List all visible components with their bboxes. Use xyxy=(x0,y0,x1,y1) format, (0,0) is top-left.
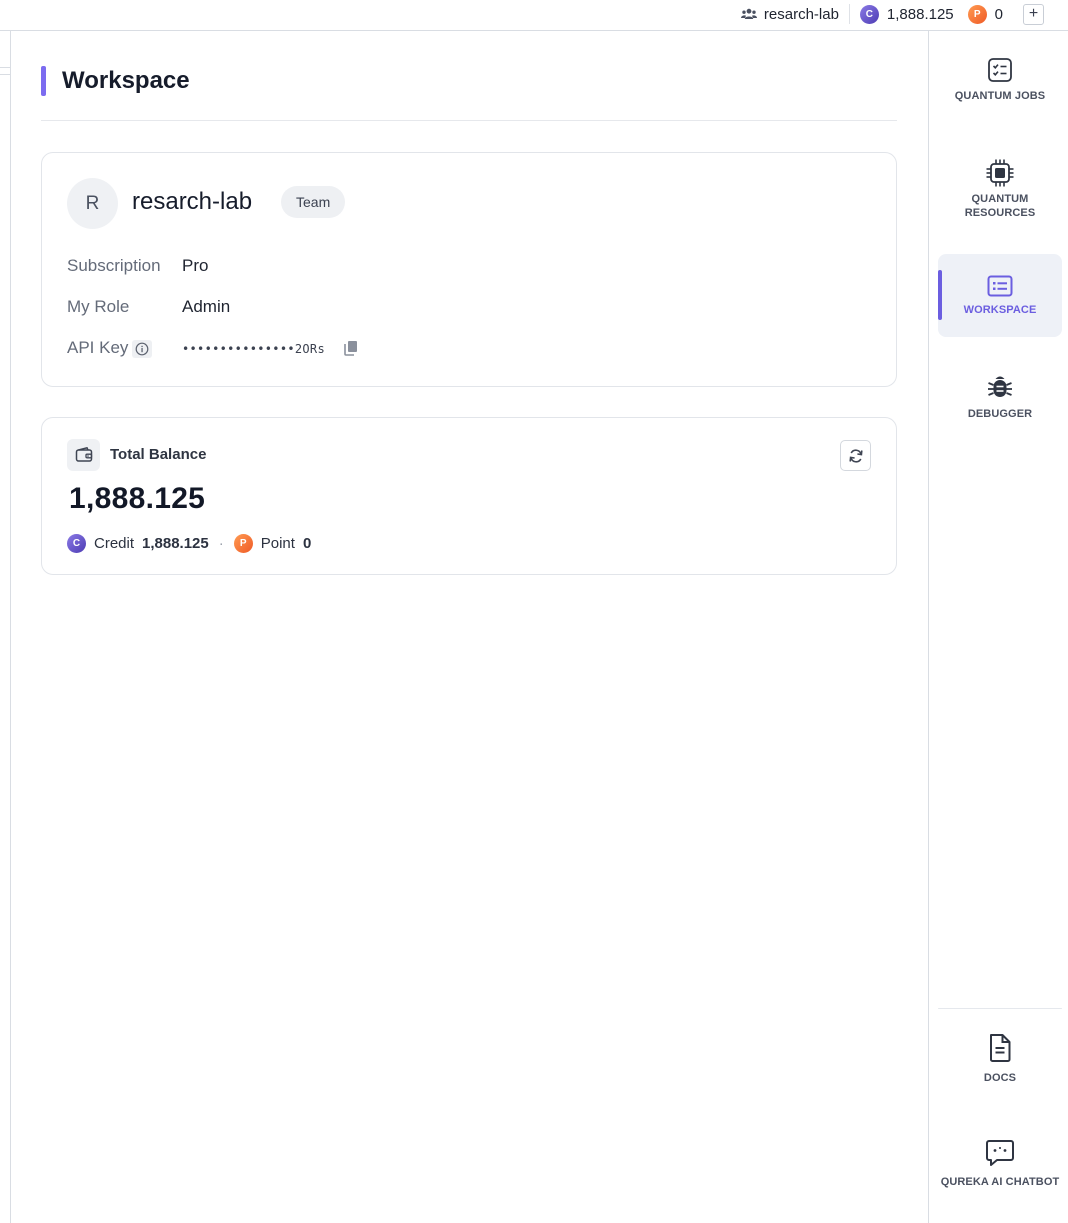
sidebar-item-debugger[interactable]: DEBUGGER xyxy=(938,373,1062,421)
point-amount: 0 xyxy=(994,5,1003,23)
account-summary: resarch-lab C 1,888.125 P 0 + xyxy=(740,3,1044,25)
balance-summary: C 1,888.125 P 0 + xyxy=(850,3,1044,25)
sidebar-divider xyxy=(938,1008,1062,1009)
workspace-info-card: R resarch-lab Team Subscription Pro My R… xyxy=(41,152,897,387)
workspace-icon xyxy=(987,275,1013,297)
total-balance-value: 1,888.125 xyxy=(69,482,206,515)
checklist-icon xyxy=(988,58,1012,82)
workspace-type-badge: Team xyxy=(281,186,346,218)
balance-breakdown: C Credit 1,888.125 · P Point 0 xyxy=(67,533,311,553)
workspace-name: resarch-lab xyxy=(132,188,253,215)
title-accent-bar xyxy=(41,66,46,96)
title-divider xyxy=(41,120,897,121)
balance-card: Total Balance 1,888.125 C Credit 1,888.1… xyxy=(41,417,897,575)
point-label: Point xyxy=(260,534,295,552)
left-panel-handle[interactable] xyxy=(0,67,10,75)
sidebar-item-qureka-ai-chatbot[interactable]: QUREKA AI CHATBOT xyxy=(938,1138,1062,1189)
chat-icon xyxy=(986,1140,1014,1166)
point-value: 0 xyxy=(302,534,312,552)
team-icon xyxy=(740,8,757,19)
sidebar-item-docs[interactable]: DOCS xyxy=(938,1033,1062,1085)
wallet-icon xyxy=(67,439,100,471)
sidebar-item-label: QUREKA AI CHATBOT xyxy=(940,1176,1060,1188)
copy-icon[interactable] xyxy=(344,340,360,358)
api-key-value: •••••••••••••••2ORs xyxy=(182,342,325,356)
bug-icon xyxy=(988,376,1012,397)
sidebar-item-label: DEBUGGER xyxy=(967,408,1033,420)
page-title-text: Workspace xyxy=(62,67,190,94)
refresh-button[interactable] xyxy=(840,440,871,471)
credit-label: Credit xyxy=(94,534,135,552)
sidebar-item-label: QUANTUM RESOURCES xyxy=(964,193,1036,219)
sidebar-item-quantum-jobs[interactable]: QUANTUM JOBS xyxy=(938,57,1062,103)
document-icon xyxy=(990,1034,1011,1062)
api-key-label: API Key xyxy=(67,338,129,357)
page-title: Workspace xyxy=(41,66,190,96)
credit-value: 1,888.125 xyxy=(142,534,209,552)
avatar: R xyxy=(67,178,118,229)
add-balance-button[interactable]: + xyxy=(1023,3,1044,25)
credit-coin-icon: C xyxy=(67,533,86,553)
active-indicator xyxy=(938,270,942,320)
team-name: resarch-lab xyxy=(763,5,839,23)
refresh-icon xyxy=(848,448,863,463)
point-coin-icon: P xyxy=(967,4,987,24)
point-coin-icon: P xyxy=(233,533,253,553)
total-balance-label: Total Balance xyxy=(110,446,207,463)
sidebar-item-label: QUANTUM JOBS xyxy=(954,90,1046,102)
role-value: Admin xyxy=(182,297,231,316)
info-icon[interactable] xyxy=(132,340,152,358)
sidebar-item-label: DOCS xyxy=(983,1072,1017,1084)
chip-icon xyxy=(986,159,1014,187)
top-bar: resarch-lab C 1,888.125 P 0 + xyxy=(0,0,1068,31)
team-selector[interactable]: resarch-lab xyxy=(740,4,850,24)
right-sidebar: QUANTUM JOBS QUANTUM RESOURCES WORKSPACE xyxy=(928,31,1068,1223)
sidebar-item-label: WORKSPACE xyxy=(963,304,1037,316)
separator: · xyxy=(218,534,224,552)
sidebar-item-workspace[interactable]: WORKSPACE xyxy=(938,254,1062,337)
left-panel-edge xyxy=(0,31,11,1223)
credit-amount: 1,888.125 xyxy=(886,5,954,23)
sidebar-item-quantum-resources[interactable]: QUANTUM RESOURCES xyxy=(938,157,1062,220)
credit-coin-icon: C xyxy=(859,4,879,24)
subscription-label: Subscription xyxy=(67,256,161,275)
role-label: My Role xyxy=(67,297,130,316)
subscription-value: Pro xyxy=(182,256,209,275)
